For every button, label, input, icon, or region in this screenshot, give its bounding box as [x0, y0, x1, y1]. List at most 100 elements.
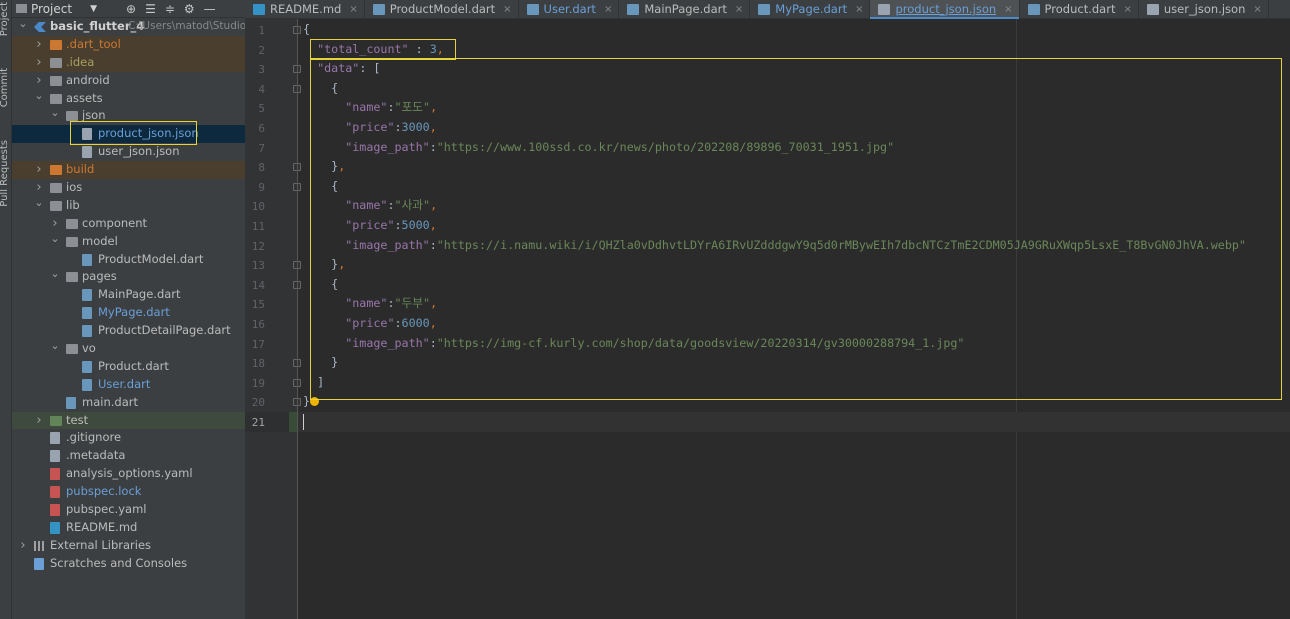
chevron-right-icon[interactable]: › [18, 537, 28, 554]
hide-icon[interactable]: — [204, 2, 216, 16]
chevron-right-icon[interactable]: › [34, 36, 44, 53]
chevron-down-icon[interactable]: ⌄ [50, 340, 60, 352]
code-line: "data": [ [303, 59, 380, 79]
chevron-right-icon[interactable]: › [34, 161, 44, 178]
tree-item[interactable]: ⌄ model [12, 232, 245, 251]
tree-item[interactable]: Product.dart [12, 358, 245, 376]
editor-tab[interactable]: user_json.json × [1139, 0, 1269, 18]
code-token: "https://img-cf.kurly.com/shop/data/good… [436, 335, 965, 350]
editor-tab[interactable]: User.dart × [519, 0, 620, 18]
chevron-right-icon[interactable]: › [34, 72, 44, 89]
chevron-right-icon[interactable]: › [34, 412, 44, 429]
tree-item[interactable]: main.dart [12, 394, 245, 412]
editor-tab[interactable]: ProductModel.dart × [365, 0, 519, 18]
tree-item-label: vo [82, 341, 96, 356]
editor-tab[interactable]: README.md × [245, 0, 365, 18]
code-token: "두부" [394, 296, 431, 311]
code-token: "image_path" [345, 335, 430, 350]
tree-item[interactable]: ⌄ pages [12, 268, 245, 286]
folder-icon [66, 111, 78, 122]
tree-item[interactable]: › test [12, 411, 245, 430]
tree-item-label: Scratches and Consoles [50, 555, 188, 570]
tree-item[interactable]: › .idea [12, 53, 245, 72]
close-icon[interactable]: × [349, 4, 357, 15]
close-icon[interactable]: × [604, 4, 612, 15]
chevron-down-icon[interactable]: ⌄ [50, 232, 60, 245]
code-line: "price":6000, [303, 314, 437, 334]
project-tool-button[interactable]: Project [0, 2, 10, 36]
scratches-icon [34, 557, 44, 570]
editor-tabs: README.md × ProductModel.dart × User.dart × Ma… [245, 0, 1290, 19]
chevron-right-icon[interactable]: › [34, 179, 44, 196]
tree-item[interactable]: › build [12, 161, 245, 180]
tree-item-label: ProductDetailPage.dart [98, 323, 231, 338]
expand-all-icon[interactable]: ≑ [165, 2, 175, 16]
tree-item[interactable]: MyPage.dart [12, 304, 245, 322]
code-token: "image_path" [345, 237, 430, 252]
collapse-all-icon[interactable]: ☰ [145, 2, 156, 16]
tree-item[interactable]: › External Libraries [12, 537, 245, 555]
tree-item[interactable]: › .dart_tool [12, 35, 245, 54]
project-panel-header: Project ▼ ⊕ ☰ ≑ ⚙ — [12, 0, 245, 18]
json-file-icon [82, 128, 92, 141]
editor-tab[interactable]: product_json.json × [870, 0, 1020, 19]
tree-item[interactable]: ⌄ lib [12, 196, 245, 215]
editor-tab[interactable]: MyPage.dart × [750, 0, 871, 18]
close-icon[interactable]: × [855, 4, 863, 15]
close-icon[interactable]: × [1004, 4, 1012, 15]
line-number: 18 [251, 357, 265, 371]
tree-item[interactable]: ⌄ json [12, 107, 245, 125]
folder-icon [66, 218, 78, 229]
code-token: , [338, 159, 346, 174]
close-icon[interactable]: × [735, 4, 743, 15]
project-view-selector[interactable]: Project ▼ [16, 2, 97, 16]
tree-item[interactable]: ProductDetailPage.dart [12, 322, 245, 340]
tree-item[interactable]: .metadata [12, 447, 245, 465]
chevron-down-icon[interactable]: ⌄ [50, 107, 60, 119]
code-token: { [303, 80, 339, 95]
tree-item[interactable]: product_json.json [12, 125, 245, 144]
tree-item[interactable]: MainPage.dart [12, 286, 245, 304]
tree-item[interactable]: Scratches and Consoles [12, 555, 245, 573]
tree-item[interactable]: ⌄ vo [12, 340, 245, 358]
gear-icon[interactable]: ⚙ [184, 2, 195, 16]
code-line: }, [303, 157, 345, 177]
tree-item[interactable]: pubspec.yaml [12, 501, 245, 519]
tree-item[interactable]: README.md [12, 519, 245, 537]
chevron-down-icon[interactable]: ⌄ [50, 268, 60, 280]
lightbulb-icon[interactable] [310, 397, 319, 407]
chevron-down-icon[interactable]: ⌄ [34, 196, 44, 209]
tree-item[interactable]: .gitignore [12, 429, 245, 447]
tree-item[interactable]: ⌄ basic_flutter_4 C:\Users\matod\Studio [12, 18, 245, 36]
tree-item[interactable]: User.dart [12, 376, 245, 394]
locate-icon[interactable]: ⊕ [126, 2, 136, 16]
editor-tab[interactable]: MainPage.dart × [619, 0, 751, 18]
tree-item-label: User.dart [98, 376, 151, 391]
pull-requests-tool-button[interactable]: Pull Requests [0, 140, 10, 207]
tree-item[interactable]: › component [12, 215, 245, 233]
tab-label: README.md [270, 2, 342, 16]
tree-item[interactable]: analysis_options.yaml [12, 465, 245, 483]
close-icon[interactable]: × [1253, 4, 1261, 15]
chevron-right-icon[interactable]: › [34, 54, 44, 71]
code-token: : [429, 237, 437, 252]
tree-item[interactable]: ProductModel.dart [12, 251, 245, 269]
chevron-right-icon[interactable]: › [50, 215, 60, 232]
tree-item-label: ios [66, 180, 83, 195]
folder-icon [50, 183, 62, 194]
commit-tool-button[interactable]: Commit [0, 68, 10, 107]
code-token: , [429, 120, 437, 134]
tree-item[interactable]: › android [12, 72, 245, 90]
close-icon[interactable]: × [1123, 4, 1131, 15]
tree-item[interactable]: user_json.json [12, 143, 245, 161]
close-icon[interactable]: × [503, 4, 511, 15]
code-line: { [303, 79, 338, 99]
editor-tab[interactable]: Product.dart × [1020, 0, 1139, 18]
tree-item[interactable]: ⌄ assets [12, 89, 245, 108]
chevron-down-icon[interactable]: ⌄ [34, 89, 44, 102]
tree-item[interactable]: pubspec.lock [12, 483, 245, 501]
tree-item[interactable]: › ios [12, 179, 245, 197]
chevron-down-icon[interactable]: ⌄ [18, 18, 28, 30]
